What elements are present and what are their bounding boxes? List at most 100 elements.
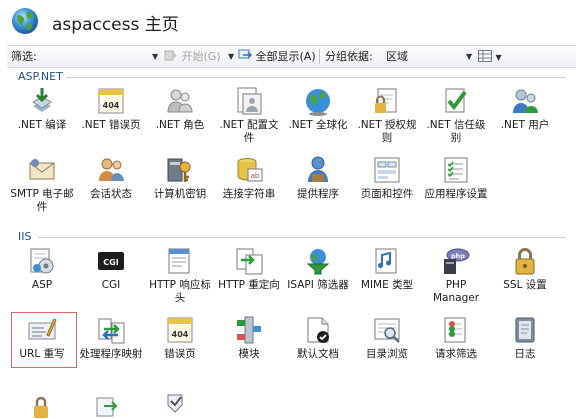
feature-item-label: 应用程序设置 — [424, 188, 488, 200]
feature-item[interactable]: .NET 配置文件 — [216, 86, 282, 145]
email-envelope-icon — [29, 159, 55, 180]
feature-item-label: 页面和控件 — [360, 188, 414, 200]
connection-string-icon: ab — [237, 158, 263, 182]
feature-item[interactable]: 处理程序映射 — [78, 315, 144, 361]
start-icon — [164, 50, 177, 61]
handler-mappings-icon — [98, 318, 125, 344]
roles-people-icon — [167, 89, 193, 113]
feature-item-label: .NET 信任级别 — [426, 119, 486, 144]
view-button[interactable]: ▼ — [478, 49, 502, 64]
feature-item-label: 请求筛选 — [435, 348, 477, 360]
feature-item[interactable]: 提供程序 — [285, 155, 351, 201]
feature-item[interactable]: CGI CGI — [78, 246, 144, 292]
feature-item[interactable]: 404 .NET 错误页 — [78, 86, 144, 132]
svg-text:CGI: CGI — [103, 258, 118, 267]
feature-item[interactable]: HTTP 响应标头 — [147, 246, 213, 305]
start-dropdown-arrow-icon[interactable]: ▼ — [228, 49, 234, 64]
mime-types-icon — [375, 248, 397, 274]
filter-label: 筛选: — [11, 50, 37, 63]
profile-document-icon — [237, 87, 262, 115]
feature-item[interactable]: 404 错误页 — [147, 315, 213, 361]
feature-item-label: .NET 编译 — [17, 119, 67, 131]
view-grid-icon — [478, 50, 492, 62]
php-manager-icon: php — [444, 248, 470, 274]
feature-item[interactable]: 计算机密钥 — [147, 155, 213, 201]
feature-item-label: 连接字符串 — [222, 188, 276, 200]
feature-item-label: 日志 — [514, 348, 536, 360]
group-divider — [66, 77, 566, 78]
cgi-icon: CGI — [98, 252, 124, 270]
globe-icon — [306, 89, 330, 116]
feature-item-label: SMTP 电子邮件 — [10, 188, 74, 213]
group-header-iis[interactable]: IIS — [18, 230, 31, 244]
feature-item-label: HTTP 重定向 — [218, 279, 280, 291]
feature-item-label: .NET 角色 — [155, 119, 205, 131]
feature-item-label: HTTP 响应标头 — [149, 279, 211, 304]
feature-item[interactable]: php PHP Manager — [423, 246, 489, 305]
feature-item-label: PHP Manager — [432, 279, 480, 304]
group-by-dropdown-arrow-icon[interactable]: ▼ — [466, 49, 472, 64]
redirect-icon — [236, 248, 263, 275]
feature-item[interactable]: 日志 — [492, 315, 558, 361]
users-icon — [513, 89, 538, 113]
selected-item-highlight — [11, 312, 77, 368]
authentication-lock-icon — [34, 396, 48, 418]
feature-item[interactable]: .NET 角色 — [147, 86, 213, 132]
machine-key-icon — [167, 158, 191, 182]
feature-item[interactable]: 默认文档 — [285, 315, 351, 361]
ssl-lock-icon — [515, 248, 535, 275]
svg-text:ab: ab — [251, 172, 260, 180]
feature-item[interactable]: .NET 用户 — [492, 86, 558, 132]
lock-document-icon — [375, 88, 397, 113]
toolbar-separator — [319, 49, 320, 64]
group-header-aspnet[interactable]: ASP.NET — [18, 70, 63, 84]
start-button[interactable]: 开始(G) — [164, 49, 221, 64]
page-title: aspaccess 主页 — [52, 15, 179, 35]
output-caching-icon — [96, 397, 118, 417]
error-pages-icon: 404 — [167, 317, 193, 343]
directory-browsing-icon — [374, 318, 400, 343]
default-document-icon — [307, 317, 329, 343]
feature-item[interactable]: HTTP 重定向 — [216, 246, 282, 292]
compression-icon — [167, 394, 183, 413]
request-filtering-icon — [444, 317, 466, 343]
feature-item-label: SSL 设置 — [503, 279, 547, 291]
page-controls-icon — [374, 157, 400, 183]
feature-item[interactable]: .NET 编译 — [9, 86, 75, 132]
feature-item[interactable]: .NET 全球化 — [285, 86, 351, 132]
feature-item[interactable]: 应用程序设置 — [423, 155, 489, 201]
group-divider — [38, 237, 566, 238]
feature-item[interactable]: MIME 类型 — [354, 246, 420, 292]
feature-item[interactable]: ab 连接字符串 — [216, 155, 282, 201]
feature-item[interactable]: ASP — [9, 246, 75, 292]
feature-item[interactable]: 模块 — [216, 315, 282, 361]
feature-item[interactable]: SMTP 电子邮件 — [9, 155, 75, 214]
show-all-button[interactable]: 全部显示(A) — [238, 49, 316, 64]
group-by-label: 分组依据: — [325, 50, 373, 63]
feature-item-label: 会话状态 — [90, 188, 132, 200]
feature-item[interactable]: .NET 信任级别 — [423, 86, 489, 145]
feature-item-label: .NET 授权规则 — [357, 119, 417, 144]
globe-icon — [12, 8, 38, 34]
feature-item[interactable]: .NET 授权规则 — [354, 86, 420, 145]
feature-item[interactable]: 会话状态 — [78, 155, 144, 201]
download-arrow-icon — [32, 88, 52, 112]
modules-icon — [237, 316, 261, 344]
feature-item-label: ISAPI 筛选器 — [287, 279, 349, 291]
provider-person-icon — [308, 156, 328, 182]
feature-item-label: 目录浏览 — [366, 348, 408, 360]
feature-item-label: 处理程序映射 — [79, 348, 143, 360]
filter-dropdown-arrow-icon[interactable]: ▼ — [152, 49, 158, 64]
feature-item[interactable]: 请求筛选 — [423, 315, 489, 361]
filter-input[interactable] — [55, 48, 159, 64]
session-people-icon — [99, 158, 124, 181]
feature-item-label: CGI — [101, 279, 121, 291]
feature-item-label: MIME 类型 — [360, 279, 414, 291]
feature-item[interactable]: ISAPI 筛选器 — [285, 246, 351, 292]
group-by-select[interactable]: 区域 — [386, 49, 408, 64]
feature-item[interactable]: 页面和控件 — [354, 155, 420, 201]
trust-checkmark-icon — [445, 88, 467, 113]
feature-item[interactable]: 目录浏览 — [354, 315, 420, 361]
show-all-icon — [238, 49, 253, 59]
feature-item[interactable]: SSL 设置 — [492, 246, 558, 292]
